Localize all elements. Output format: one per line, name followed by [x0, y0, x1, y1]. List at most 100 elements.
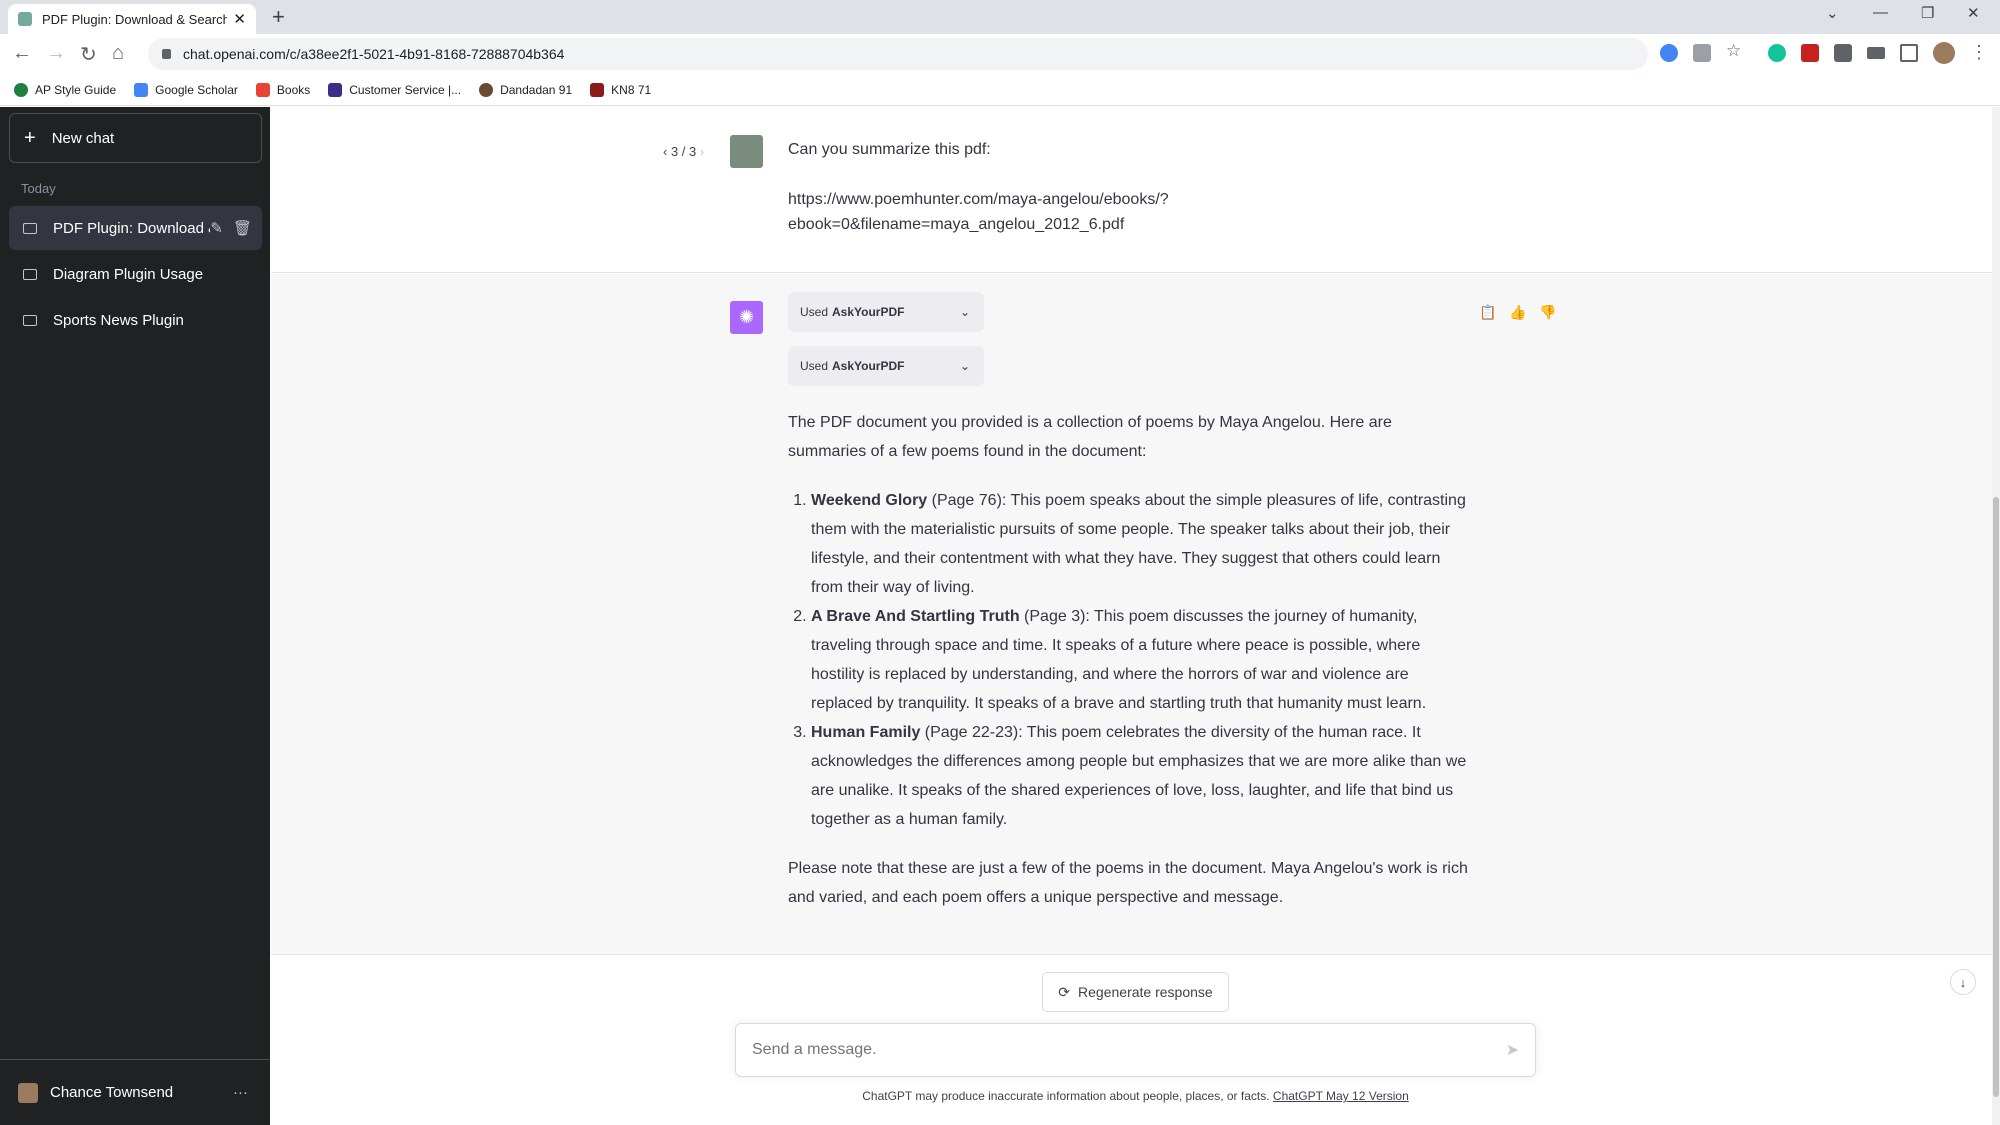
user-name: Chance Townsend — [50, 1084, 174, 1101]
chat-bubble-icon — [23, 268, 37, 280]
send-icon[interactable]: ➤ — [1506, 1040, 1519, 1060]
plugin-name: AskYourPDF — [832, 305, 905, 319]
regenerate-label: Regenerate response — [1078, 984, 1213, 1000]
share-icon[interactable] — [1693, 44, 1711, 62]
message-pager[interactable]: ‹ 3 / 3 › — [663, 144, 704, 159]
extension-badge-icon[interactable] — [1801, 44, 1819, 62]
user-message-row: ‹ 3 / 3 › Can you summarize this pdf: ht… — [271, 107, 1992, 273]
chevron-right-icon[interactable]: › — [700, 144, 704, 159]
plugin-used-dropdown[interactable]: Used AskYourPDF ⌄ — [788, 346, 984, 386]
user-menu[interactable]: Chance Townsend ··· — [0, 1059, 270, 1125]
chatgpt-favicon-icon — [18, 12, 32, 26]
user-message-text: Can you summarize this pdf: — [788, 141, 991, 158]
scroll-down-button[interactable]: ↓ — [1950, 969, 1976, 995]
home-icon[interactable]: ⌂ — [112, 42, 124, 65]
window-close-icon[interactable]: ✕ — [1967, 4, 1980, 22]
avatar — [18, 1082, 38, 1103]
media-icon[interactable] — [1867, 47, 1885, 59]
regenerate-button[interactable]: ⟳ Regenerate response — [1042, 972, 1229, 1012]
more-options-icon[interactable]: ··· — [233, 1084, 248, 1101]
thumbs-up-icon[interactable]: 👍 — [1509, 304, 1526, 321]
plugin-used-label: Used — [800, 359, 829, 373]
list-item: Human Family (Page 22-23): This poem cel… — [811, 718, 1468, 834]
poem-title: Human Family — [811, 724, 921, 741]
tab-close-icon[interactable]: ✕ — [233, 10, 246, 28]
list-item: Weekend Glory (Page 76): This poem speak… — [811, 486, 1468, 602]
plugin-used-dropdown[interactable]: Used AskYourPDF ⌄ — [788, 292, 984, 332]
address-bar-row: ← → ↻ ⌂ chat.openai.com/c/a38ee2f1-5021-… — [0, 34, 2000, 74]
new-tab-button[interactable]: + — [272, 4, 285, 30]
sidebar-section-label: Today — [21, 181, 56, 196]
chevron-left-icon[interactable]: ‹ — [663, 144, 667, 159]
browser-tab-active[interactable]: PDF Plugin: Download & Search ✕ — [8, 4, 256, 34]
dandadan-icon — [479, 82, 494, 97]
list-item: A Brave And Startling Truth (Page 3): Th… — [811, 602, 1468, 718]
extensions-puzzle-icon[interactable] — [1834, 44, 1852, 62]
grammarly-icon[interactable] — [1768, 44, 1786, 62]
bookmark-item[interactable]: Books — [255, 82, 310, 97]
books-icon — [255, 82, 270, 97]
disclaimer: ChatGPT may produce inaccurate informati… — [735, 1089, 1536, 1103]
poem-title: Weekend Glory — [811, 492, 928, 509]
scrollbar-thumb[interactable] — [1993, 497, 1999, 1097]
lock-icon — [162, 49, 171, 59]
forward-icon[interactable]: → — [46, 42, 66, 65]
version-link[interactable]: ChatGPT May 12 Version — [1273, 1089, 1409, 1103]
thumbs-down-icon[interactable]: 👎 — [1539, 304, 1556, 321]
browser-tab-bar: PDF Plugin: Download & Search ✕ + ⌄ — ❐ … — [0, 0, 2000, 34]
pager-text: 3 / 3 — [670, 144, 697, 159]
user-message-url: https://www.poemhunter.com/maya-angelou/… — [788, 191, 1169, 208]
copy-icon[interactable]: 📋 — [1479, 304, 1496, 321]
message-input[interactable] — [752, 1041, 1506, 1059]
reload-icon[interactable]: ↻ — [80, 42, 97, 67]
browser-menu-icon[interactable]: ⋮ — [1970, 42, 1988, 63]
bookmark-item[interactable]: Google Scholar — [134, 82, 238, 97]
user-message-url: ebook=0&filename=maya_angelou_2012_6.pdf — [788, 216, 1125, 233]
url-text: chat.openai.com/c/a38ee2f1-5021-4b91-816… — [183, 46, 565, 62]
chat-bubble-icon — [23, 222, 37, 234]
profile-avatar[interactable] — [1933, 42, 1955, 64]
answer-outro: Please note that these are just a few of… — [788, 860, 1468, 906]
plus-icon: + — [24, 126, 36, 149]
new-chat-label: New chat — [51, 129, 115, 147]
restore-icon[interactable]: ❐ — [1921, 4, 1934, 22]
new-chat-button[interactable]: + New chat — [9, 113, 262, 163]
kn8-icon — [590, 82, 605, 97]
sidebar-item-diagram-plugin[interactable]: Diagram Plugin Usage — [9, 252, 262, 296]
chat-bubble-icon — [23, 314, 37, 326]
trash-icon[interactable]: 🗑 — [233, 219, 252, 237]
bookmark-item[interactable]: KN8 71 — [590, 82, 651, 97]
chat-main: ‹ 3 / 3 › Can you summarize this pdf: ht… — [271, 107, 2000, 1125]
minimize-icon[interactable]: — — [1873, 4, 1888, 21]
google-icon[interactable] — [1660, 44, 1678, 62]
customer-service-icon — [328, 82, 343, 97]
side-panel-icon[interactable] — [1900, 44, 1918, 62]
sidebar: + New chat Today PDF Plugin: Download & … — [0, 107, 270, 1125]
poem-list: Weekend Glory (Page 76): This poem speak… — [788, 486, 1468, 834]
assistant-message-row: ✺ Used AskYourPDF ⌄ Used AskYourPDF ⌄ 📋 … — [271, 274, 1992, 955]
sidebar-item-pdf-plugin[interactable]: PDF Plugin: Download & Search ✎ 🗑 — [9, 206, 262, 250]
edit-icon[interactable]: ✎ — [210, 219, 223, 237]
message-composer[interactable]: ➤ — [735, 1023, 1536, 1077]
bookmark-item[interactable]: Customer Service |... — [328, 82, 461, 97]
poem-title: A Brave And Startling Truth — [811, 608, 1020, 625]
bookmark-star-icon[interactable]: ☆ — [1726, 41, 1744, 60]
chatgpt-logo-icon: ✺ — [730, 301, 763, 334]
assistant-message: The PDF document you provided is a colle… — [788, 408, 1468, 912]
google-scholar-icon — [134, 82, 149, 97]
bookmark-item[interactable]: AP Style Guide — [14, 82, 116, 97]
sidebar-item-label: Diagram Plugin Usage — [53, 265, 204, 283]
back-icon[interactable]: ← — [12, 42, 32, 65]
sidebar-item-sports-news[interactable]: Sports News Plugin — [9, 298, 262, 342]
refresh-icon: ⟳ — [1058, 983, 1071, 1000]
tab-title: PDF Plugin: Download & Search — [42, 11, 228, 27]
arrow-down-icon: ↓ — [1959, 974, 1967, 990]
user-avatar — [730, 135, 763, 168]
answer-intro: The PDF document you provided is a colle… — [788, 414, 1392, 460]
bookmark-item[interactable]: Dandadan 91 — [479, 82, 572, 97]
tab-search-icon[interactable]: ⌄ — [1826, 4, 1839, 22]
ap-style-icon — [14, 82, 28, 97]
composer-area: ⟳ Regenerate response ↓ ➤ ChatGPT may pr… — [271, 956, 1992, 1125]
url-bar[interactable]: chat.openai.com/c/a38ee2f1-5021-4b91-816… — [148, 38, 1648, 70]
sidebar-item-label: PDF Plugin: Download & Search — [53, 219, 210, 237]
